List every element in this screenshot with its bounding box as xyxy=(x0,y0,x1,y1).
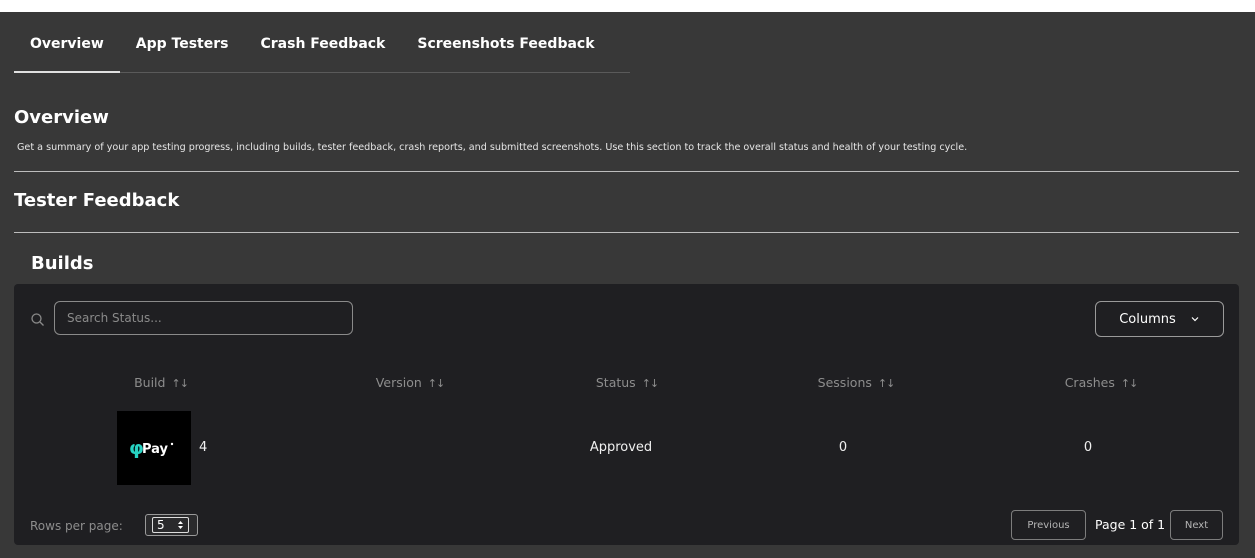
column-header-label: Status xyxy=(595,375,636,390)
cell-sessions: 0 xyxy=(838,440,848,455)
svg-text:Pay: Pay xyxy=(142,442,169,457)
overview-description: Get a summary of your app testing progre… xyxy=(17,142,968,153)
select-arrows-icon xyxy=(178,521,183,529)
cell-status: Approved xyxy=(589,440,653,455)
page-indicator: Page 1 of 1 xyxy=(1095,517,1166,532)
column-header-label: Crashes xyxy=(1064,375,1115,390)
columns-button-label: Columns xyxy=(1119,311,1176,327)
column-header-crashes[interactable]: Crashes ↑↓ xyxy=(1064,375,1139,390)
search-status-input[interactable] xyxy=(54,301,353,335)
column-header-status[interactable]: Status ↑↓ xyxy=(595,375,659,390)
columns-button[interactable]: Columns xyxy=(1095,301,1224,337)
search-icon xyxy=(31,313,44,326)
app-panel: Overview App Testers Crash Feedback Scre… xyxy=(0,12,1255,558)
app-logo-thumbnail: φ Pay xyxy=(117,411,191,485)
tab-crash-feedback[interactable]: Crash Feedback xyxy=(244,30,401,72)
builds-table-card: Columns Build ↑↓ Version ↑↓ Status ↑↓ Sessi… xyxy=(14,284,1239,545)
sort-icon: ↑↓ xyxy=(877,377,895,390)
section-divider xyxy=(14,232,1239,233)
cell-crashes: 0 xyxy=(1083,440,1093,455)
column-header-sessions[interactable]: Sessions ↑↓ xyxy=(817,375,896,390)
sort-icon: ↑↓ xyxy=(171,377,188,390)
tab-app-testers[interactable]: App Testers xyxy=(120,30,245,72)
column-header-label: Version xyxy=(375,375,422,390)
rows-per-page-value: 5 xyxy=(157,518,165,532)
rows-per-page-select[interactable]: 5 xyxy=(145,514,198,536)
chevron-down-icon xyxy=(1191,317,1199,322)
rows-per-page-label: Rows per page: xyxy=(30,519,123,533)
cell-build: 4 xyxy=(199,440,208,455)
overview-heading: Overview xyxy=(14,107,109,128)
column-header-build[interactable]: Build ↑↓ xyxy=(134,375,189,390)
column-header-label: Build xyxy=(134,375,166,390)
builds-heading: Builds xyxy=(31,253,94,274)
app-logo-image: φ Pay xyxy=(129,437,174,459)
tab-overview[interactable]: Overview xyxy=(14,30,120,73)
column-header-label: Sessions xyxy=(817,375,872,390)
section-divider xyxy=(14,171,1239,172)
sort-icon: ↑↓ xyxy=(427,377,445,390)
tester-feedback-heading: Tester Feedback xyxy=(14,190,180,211)
sort-icon: ↑↓ xyxy=(641,377,659,390)
next-page-button[interactable]: Next xyxy=(1170,510,1223,540)
sort-icon: ↑↓ xyxy=(1120,377,1138,390)
previous-page-button[interactable]: Previous xyxy=(1011,510,1086,540)
column-header-version[interactable]: Version ↑↓ xyxy=(375,375,445,390)
tab-screenshots-feedback[interactable]: Screenshots Feedback xyxy=(401,30,610,72)
tab-bar: Overview App Testers Crash Feedback Scre… xyxy=(14,30,630,73)
